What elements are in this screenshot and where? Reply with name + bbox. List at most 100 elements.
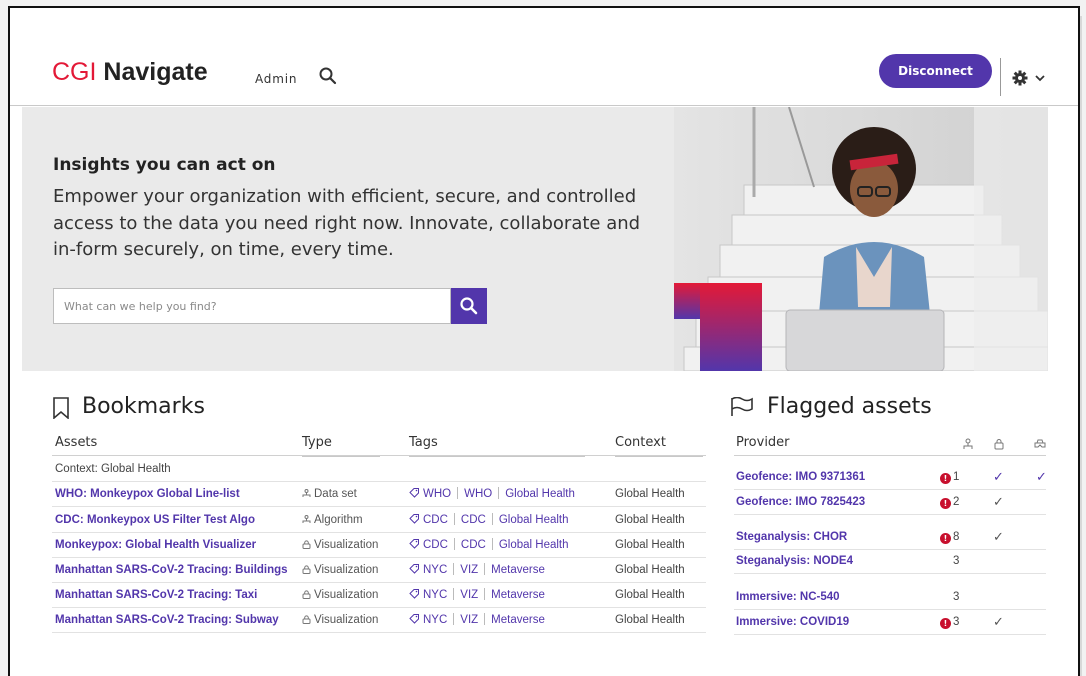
asset-type: Visualization xyxy=(302,558,378,582)
tag-chip[interactable]: CDC xyxy=(461,514,486,526)
asset-link[interactable]: CDC: Monkeypox US Filter Test Algo xyxy=(55,508,255,532)
check-icon: ✓ xyxy=(993,614,1004,629)
admin-link[interactable]: Admin xyxy=(255,72,297,86)
provider-link[interactable]: Immersive: NC-540 xyxy=(736,586,840,608)
tag-divider xyxy=(453,613,455,625)
tag-chip[interactable]: Metaverse xyxy=(491,614,545,626)
lock-icon xyxy=(994,439,1004,450)
asset-context: Global Health xyxy=(615,589,685,601)
context-filter[interactable]: Context: Global Health xyxy=(55,456,171,482)
flag-count-cell: ! 2 xyxy=(940,491,970,513)
asset-type: Data set xyxy=(302,482,357,506)
asset-tags: NYC VIZ Metaverse xyxy=(409,608,545,632)
alert-icon: ! xyxy=(940,498,951,509)
asset-type: Algorithm xyxy=(302,508,363,532)
flag-count-cell: ! 8 xyxy=(940,526,970,548)
asset-context: Global Health xyxy=(615,614,685,626)
tag-chip[interactable]: VIZ xyxy=(460,564,478,576)
tag-chip[interactable]: NYC xyxy=(423,564,447,576)
filter-row: Context: Global Health xyxy=(52,456,706,482)
alert-icon: ! xyxy=(940,618,951,629)
flagged-row: Geofence: IMO 7825423 ! 2 ✓ xyxy=(734,491,1046,515)
provider-link[interactable]: Steganalysis: NODE4 xyxy=(736,550,853,572)
column-header-tags[interactable]: Tags xyxy=(409,432,438,454)
tag-chip[interactable]: WHO xyxy=(464,488,492,500)
asset-context: Global Health xyxy=(615,488,685,500)
flagged-row: Immersive: NC-540 3 xyxy=(734,586,1046,610)
tag-divider xyxy=(484,563,486,575)
hero-search-input[interactable] xyxy=(53,288,451,324)
top-nav: CGI Navigate Admin Disconnect xyxy=(10,8,1078,106)
tags-filter[interactable] xyxy=(409,456,585,457)
logo-navigate: Navigate xyxy=(103,58,208,86)
alert-icon: ! xyxy=(940,473,951,484)
tag-chip[interactable]: NYC xyxy=(423,589,447,601)
asset-type-label: Data set xyxy=(314,488,357,500)
provider-link[interactable]: Geofence: IMO 7825423 xyxy=(736,491,865,513)
column-header-provider[interactable]: Provider xyxy=(736,435,790,450)
cgi-navigate-logo[interactable]: CGI Navigate xyxy=(52,58,208,86)
disconnect-button[interactable]: Disconnect xyxy=(879,54,992,88)
asset-link[interactable]: Manhattan SARS-CoV-2 Tracing: Taxi xyxy=(55,583,257,607)
tag-divider xyxy=(484,613,486,625)
column-header-type[interactable]: Type xyxy=(302,432,332,454)
tag-chip[interactable]: VIZ xyxy=(460,614,478,626)
bookmarks-header-row: Assets Type Tags Context xyxy=(52,432,706,456)
tag-chip[interactable]: Global Health xyxy=(499,514,569,526)
tag-chip[interactable]: Metaverse xyxy=(491,589,545,601)
tag-chip[interactable]: Global Health xyxy=(499,539,569,551)
tag-icon xyxy=(409,589,419,599)
tag-chip[interactable]: CDC xyxy=(461,539,486,551)
tag-chip[interactable]: WHO xyxy=(423,488,451,500)
asset-context: Global Health xyxy=(615,514,685,526)
visualization-icon xyxy=(302,539,314,551)
provider-link[interactable]: Immersive: COVID19 xyxy=(736,611,849,633)
asset-link[interactable]: WHO: Monkeypox Global Line-list xyxy=(55,482,240,506)
flag-count-cell: ! 3 xyxy=(940,611,970,633)
tag-chip[interactable]: Global Health xyxy=(505,488,575,500)
hero-banner: Insights you can act on Empower your org… xyxy=(22,107,674,371)
bookmarks-title: Bookmarks xyxy=(82,394,205,419)
type-filter[interactable] xyxy=(302,456,380,457)
asset-tags: NYC VIZ Metaverse xyxy=(409,558,545,582)
tag-divider xyxy=(484,588,486,600)
tag-chip[interactable]: CDC xyxy=(423,539,448,551)
flag-count: 3 xyxy=(953,591,960,603)
table-row: Manhattan SARS-CoV-2 Tracing: Subway Visu… xyxy=(52,608,706,633)
column-header-context[interactable]: Context xyxy=(615,432,666,454)
asset-link[interactable]: Manhattan SARS-CoV-2 Tracing: Subway xyxy=(55,608,279,632)
visualization-icon xyxy=(302,589,314,601)
tag-chip[interactable]: CDC xyxy=(423,514,448,526)
asset-type: Visualization xyxy=(302,533,378,557)
tag-divider xyxy=(453,513,455,525)
flag-count-cell: 3 xyxy=(940,586,970,608)
chevron-down-icon xyxy=(1035,75,1045,82)
asset-type-label: Visualization xyxy=(314,539,379,551)
tag-chip[interactable]: Metaverse xyxy=(491,564,545,576)
visualization-icon xyxy=(302,564,314,576)
asset-context: Global Health xyxy=(615,564,685,576)
provider-link[interactable]: Geofence: IMO 9371361 xyxy=(736,466,865,488)
tag-chip[interactable]: VIZ xyxy=(460,589,478,601)
asset-tags: CDC CDC Global Health xyxy=(409,508,569,532)
search-icon[interactable] xyxy=(318,66,338,86)
flagged-row: Immersive: COVID19! 3 ✓ xyxy=(734,611,1046,635)
tag-divider xyxy=(491,513,493,525)
algorithm-icon xyxy=(302,514,314,526)
hero-search-button[interactable] xyxy=(451,288,487,324)
asset-link[interactable]: Monkeypox: Global Health Visualizer xyxy=(55,533,256,557)
flagged-assets-title: Flagged assets xyxy=(767,394,932,419)
asset-link[interactable]: Manhattan SARS-CoV-2 Tracing: Buildings xyxy=(55,558,288,582)
asset-tags: NYC VIZ Metaverse xyxy=(409,583,545,607)
flagged-row: Steganalysis: NODE4 3 xyxy=(734,550,1046,574)
column-header-assets[interactable]: Assets xyxy=(55,432,97,454)
tag-chip[interactable]: NYC xyxy=(423,614,447,626)
provider-link[interactable]: Steganalysis: CHOR xyxy=(736,526,847,548)
flag-count: 8 xyxy=(953,531,960,543)
settings-menu-button[interactable] xyxy=(1011,68,1051,88)
flag-count: 3 xyxy=(953,616,960,628)
check-icon: ✓ xyxy=(993,494,1004,509)
hero-title: Insights you can act on xyxy=(53,155,276,175)
asset-type: Visualization xyxy=(302,583,378,607)
context-filter-line[interactable] xyxy=(615,456,703,457)
